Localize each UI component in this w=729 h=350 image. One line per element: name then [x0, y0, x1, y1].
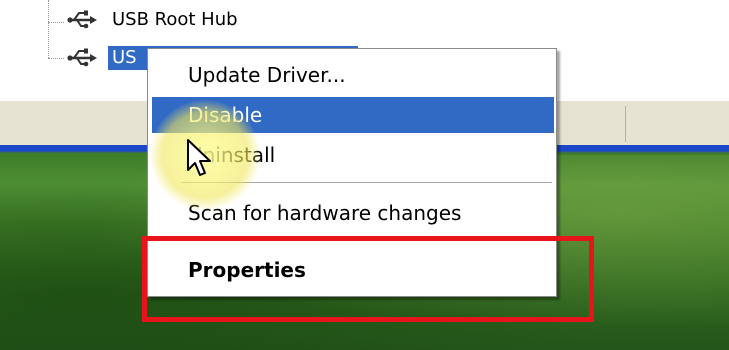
tree-connector — [48, 22, 64, 23]
usb-icon — [67, 48, 97, 67]
tree-connector — [48, 0, 49, 58]
tree-connector — [48, 58, 64, 59]
annotation-highlight-box — [142, 236, 594, 322]
tree-item-label: USB Root Hub — [112, 9, 238, 30]
usb-icon — [67, 10, 97, 29]
mouse-pointer-icon — [187, 139, 211, 176]
status-divider — [625, 106, 626, 142]
menu-item-update-driver[interactable]: Update Driver... — [152, 57, 554, 93]
tree-item-usb-root-hub[interactable]: USB Root Hub — [66, 8, 242, 32]
